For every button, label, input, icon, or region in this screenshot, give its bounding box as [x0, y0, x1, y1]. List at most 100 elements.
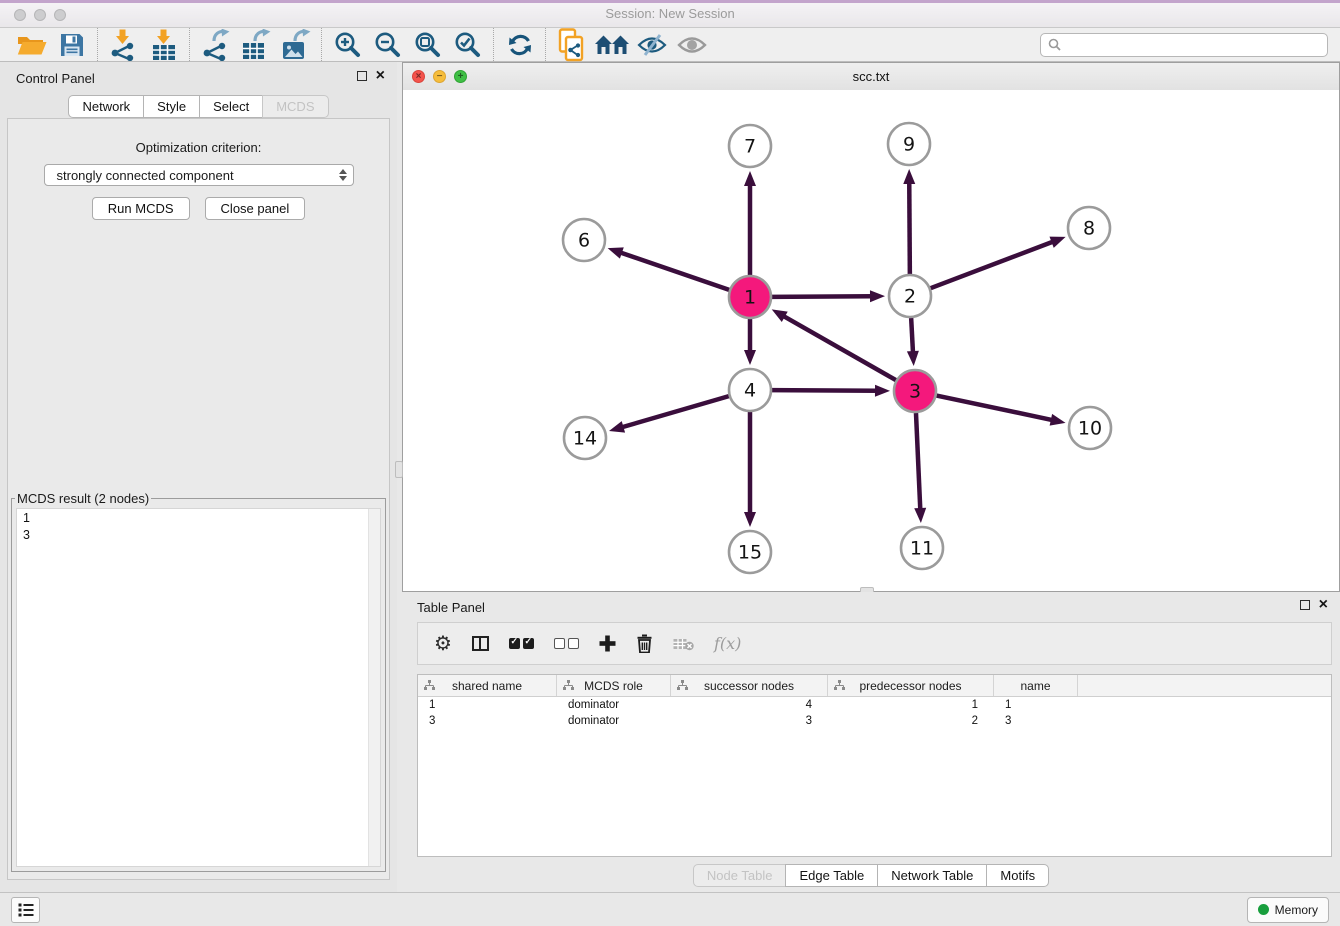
- node-2[interactable]: 2: [889, 275, 931, 317]
- ndex-browser-button[interactable]: [592, 29, 632, 61]
- zoom-selected-icon: [454, 31, 482, 59]
- node-15[interactable]: 15: [729, 531, 771, 573]
- zoom-fit-button[interactable]: [408, 29, 448, 61]
- zoom-in-button[interactable]: [328, 29, 368, 61]
- refresh-view-button[interactable]: [500, 29, 540, 61]
- toolbar-search[interactable]: [1040, 33, 1328, 57]
- function-builder-button-disabled: f(x): [714, 634, 741, 653]
- edge-4-3[interactable]: [772, 385, 890, 397]
- unchecked-boxes-icon: [554, 638, 579, 649]
- close-table-panel-icon[interactable]: ×: [1319, 599, 1328, 611]
- mcds-result-area[interactable]: 1 3: [16, 508, 381, 867]
- svg-text:10: 10: [1078, 418, 1102, 440]
- run-mcds-button[interactable]: Run MCDS: [92, 197, 190, 220]
- tab-network-table[interactable]: Network Table: [877, 864, 987, 887]
- svg-text:9: 9: [903, 134, 915, 156]
- edge-1-6[interactable]: [608, 247, 730, 290]
- import-network-button[interactable]: [104, 29, 144, 61]
- search-input[interactable]: [1066, 37, 1320, 53]
- zoom-out-button[interactable]: [368, 29, 408, 61]
- tab-node-table[interactable]: Node Table: [693, 864, 787, 887]
- toolbar-separator: [493, 28, 495, 61]
- edge-1-7[interactable]: [744, 171, 756, 275]
- export-image-icon: [281, 29, 311, 61]
- zoom-selected-button[interactable]: [448, 29, 488, 61]
- table-panel-title: Table Panel: [417, 600, 485, 615]
- edge-1-4[interactable]: [744, 319, 756, 365]
- edge-2-8[interactable]: [931, 237, 1066, 289]
- edge-2-9[interactable]: [903, 169, 915, 274]
- vertical-splitter-handle[interactable]: [395, 461, 403, 478]
- export-image-button[interactable]: [276, 29, 316, 61]
- network-canvas-svg: 7 9 6 8 1 2 4 3 14 10 15 11: [403, 90, 1339, 591]
- task-history-button[interactable]: [11, 897, 40, 923]
- tab-edge-table[interactable]: Edge Table: [785, 864, 878, 887]
- result-scrollbar[interactable]: [368, 509, 380, 866]
- edge-4-14[interactable]: [609, 396, 729, 432]
- mcds-panel: Optimization criterion: strongly connect…: [7, 118, 390, 880]
- column-header-shared-name[interactable]: shared name: [418, 675, 557, 696]
- open-file-button[interactable]: [12, 29, 52, 61]
- edge-4-15[interactable]: [744, 412, 756, 527]
- node-8[interactable]: 8: [1068, 207, 1110, 249]
- tab-motifs[interactable]: Motifs: [986, 864, 1049, 887]
- main-toolbar: [0, 28, 1340, 62]
- delete-column-button[interactable]: [636, 634, 653, 653]
- table-cell: 1: [994, 697, 1078, 713]
- table-row[interactable]: 3dominator323: [418, 713, 1331, 729]
- column-header-MCDS-role[interactable]: MCDS role: [557, 675, 671, 696]
- tab-select[interactable]: Select: [199, 95, 263, 118]
- split-panel-button[interactable]: [472, 636, 489, 651]
- hide-graphics-details-button[interactable]: [632, 29, 672, 61]
- edge-1-2[interactable]: [772, 290, 885, 302]
- node-7[interactable]: 7: [729, 125, 771, 167]
- node-table[interactable]: shared nameMCDS rolesuccessor nodesprede…: [417, 674, 1332, 857]
- checked-boxes-icon: [509, 638, 534, 649]
- node-1[interactable]: 1: [729, 276, 771, 318]
- status-bar: Memory: [0, 892, 1340, 926]
- node-11[interactable]: 11: [901, 527, 943, 569]
- select-all-columns-button[interactable]: [509, 638, 534, 649]
- network-window-titlebar[interactable]: × − + scc.txt: [403, 63, 1339, 91]
- memory-label: Memory: [1275, 903, 1318, 917]
- close-panel-icon[interactable]: ×: [376, 70, 385, 82]
- table-settings-button[interactable]: ⚙: [434, 634, 452, 654]
- tab-network[interactable]: Network: [68, 95, 144, 118]
- export-table-button[interactable]: [236, 29, 276, 61]
- table-toolbar: ⚙: [417, 622, 1332, 665]
- tab-style[interactable]: Style: [143, 95, 200, 118]
- tab-mcds[interactable]: MCDS: [262, 95, 328, 118]
- float-table-panel-icon[interactable]: [1300, 600, 1310, 610]
- create-column-button[interactable]: [599, 635, 616, 652]
- column-header-name[interactable]: name: [994, 675, 1078, 696]
- node-14[interactable]: 14: [564, 417, 606, 459]
- column-header-successor-nodes[interactable]: successor nodes: [671, 675, 828, 696]
- svg-text:15: 15: [738, 542, 762, 564]
- save-session-button[interactable]: [52, 29, 92, 61]
- edge-3-11[interactable]: [914, 413, 926, 523]
- select-stepper-icon: [339, 169, 347, 181]
- table-panel: Table Panel × ⚙: [402, 592, 1340, 892]
- open-network-from-ndex-button[interactable]: [552, 29, 592, 61]
- export-network-button[interactable]: [196, 29, 236, 61]
- show-graphics-details-button[interactable]: [672, 29, 712, 61]
- node-4[interactable]: 4: [729, 369, 771, 411]
- criterion-select[interactable]: strongly connected component: [44, 164, 354, 186]
- network-canvas[interactable]: 7 9 6 8 1 2 4 3 14 10 15 11: [403, 90, 1339, 591]
- table-row[interactable]: 1dominator411: [418, 697, 1331, 713]
- edge-3-10[interactable]: [937, 396, 1066, 426]
- control-panel-header: Control Panel ×: [0, 62, 397, 94]
- split-columns-icon: [472, 636, 489, 651]
- node-6[interactable]: 6: [563, 219, 605, 261]
- node-9[interactable]: 9: [888, 123, 930, 165]
- node-3[interactable]: 3: [894, 370, 936, 412]
- edge-3-1[interactable]: [772, 309, 896, 380]
- memory-button[interactable]: Memory: [1247, 897, 1329, 923]
- deselect-all-columns-button[interactable]: [554, 638, 579, 649]
- edge-2-3[interactable]: [907, 318, 919, 366]
- import-table-button[interactable]: [144, 29, 184, 61]
- close-panel-button[interactable]: Close panel: [205, 197, 306, 220]
- node-10[interactable]: 10: [1069, 407, 1111, 449]
- float-panel-icon[interactable]: [357, 71, 367, 81]
- column-header-predecessor-nodes[interactable]: predecessor nodes: [828, 675, 994, 696]
